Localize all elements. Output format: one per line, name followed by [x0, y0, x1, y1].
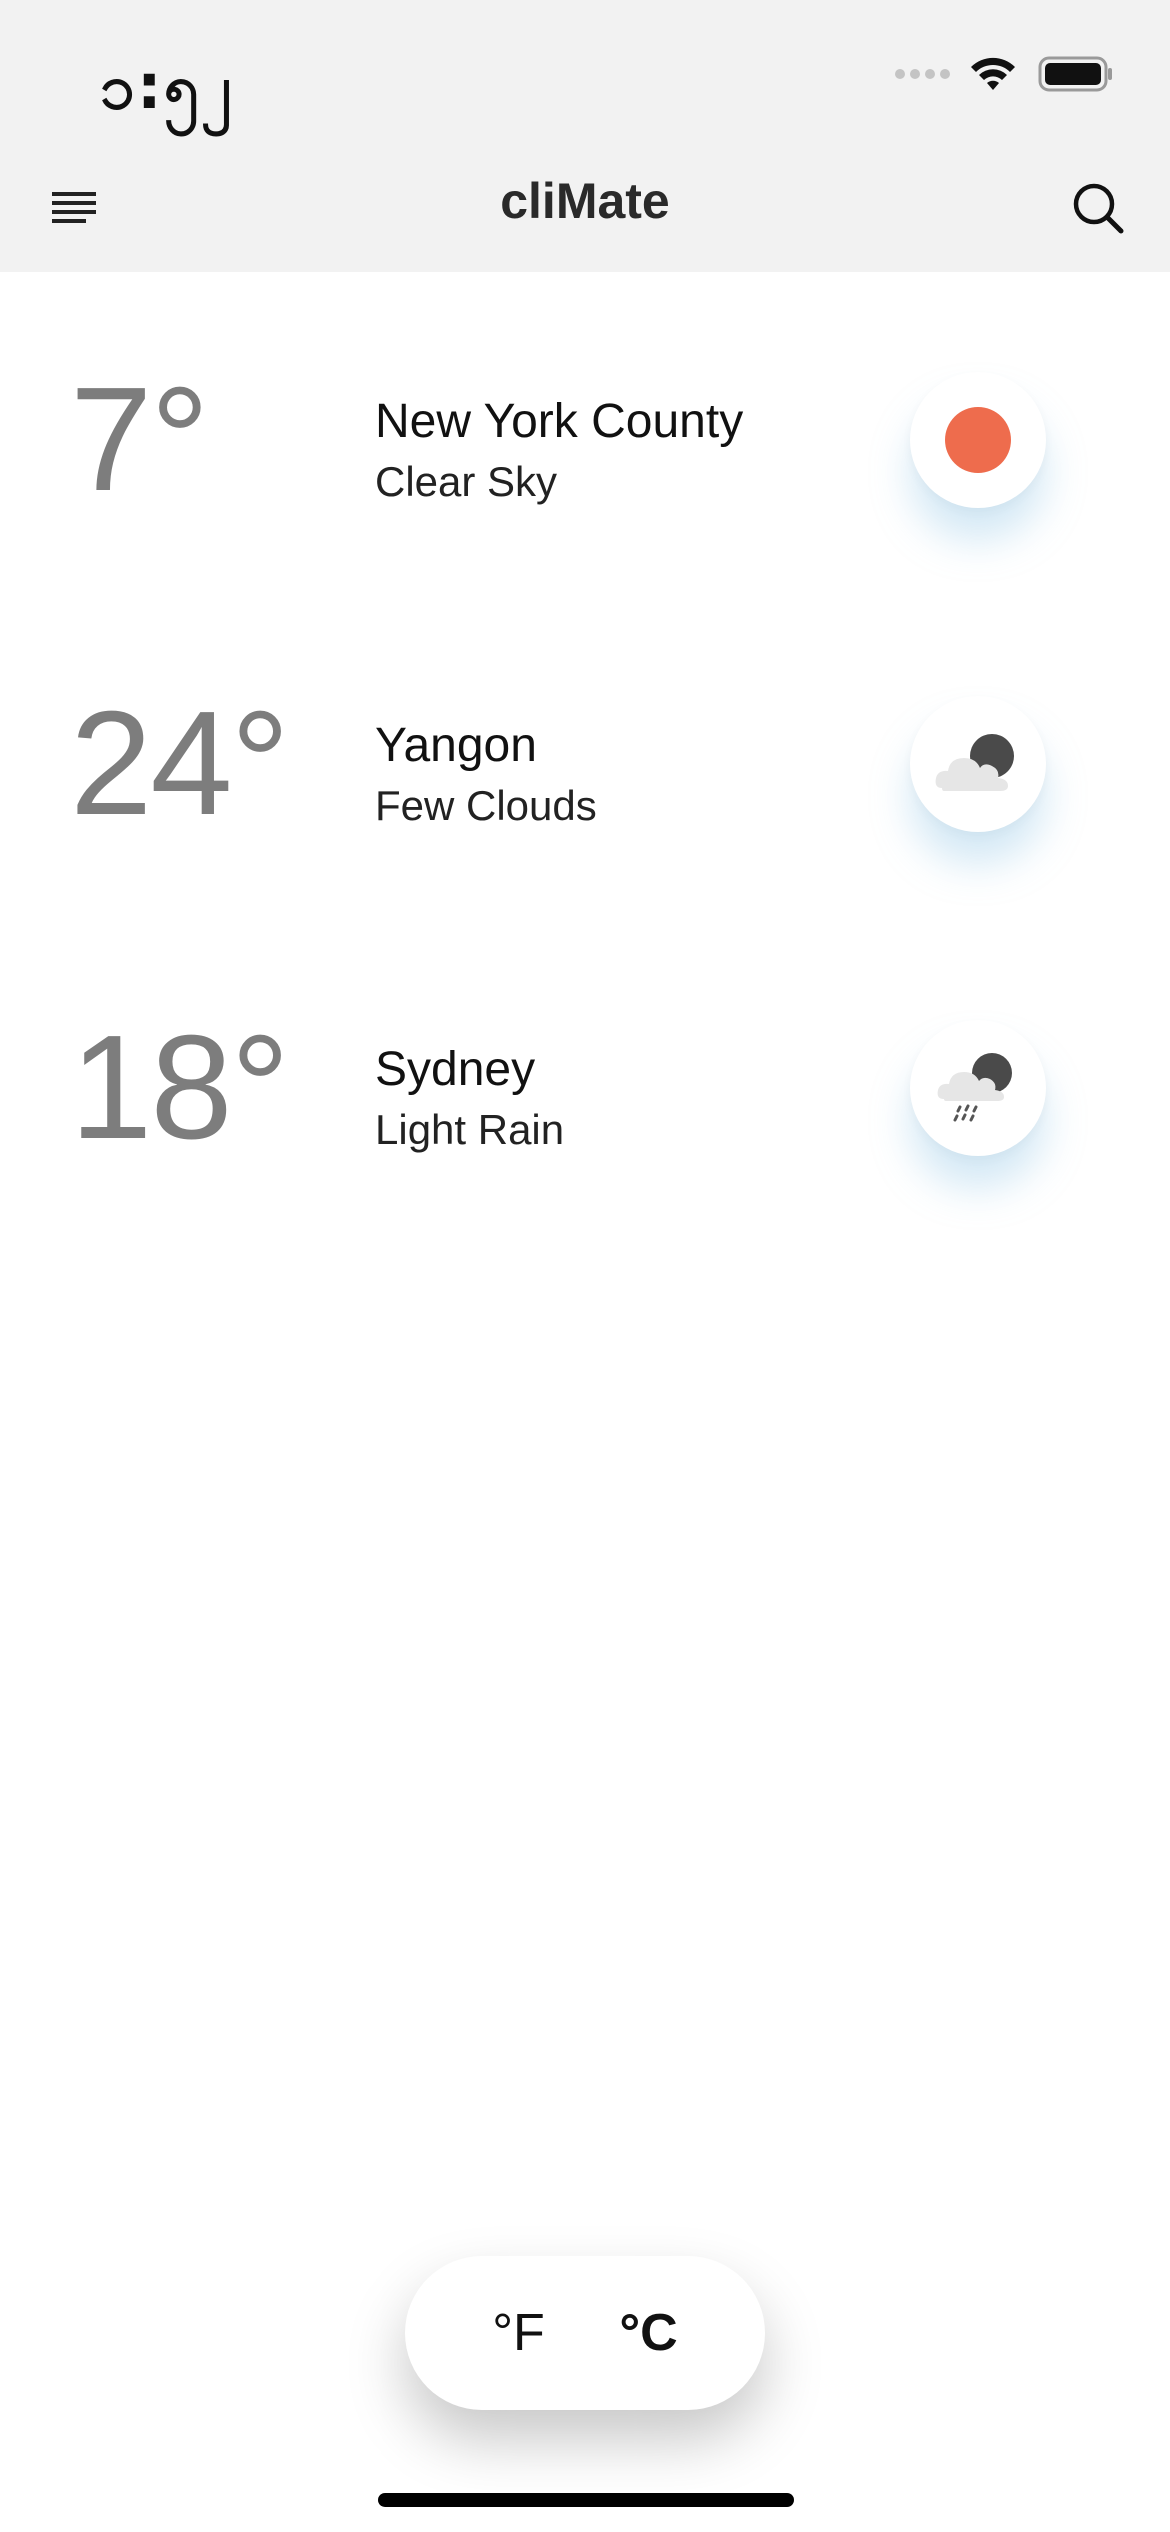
temperature: 24°: [70, 681, 290, 846]
city-row[interactable]: 24° Yangon Few Clouds: [0, 690, 1170, 890]
weather-condition: Clear Sky: [375, 458, 558, 505]
light-rain-icon: [937, 1053, 1012, 1122]
temperature: 18°: [70, 1005, 290, 1170]
city-name: Yangon: [375, 719, 537, 772]
celsius-button[interactable]: °C: [619, 2303, 677, 2363]
status-time: ၁:၅၂: [100, 50, 233, 123]
temperature: 7°: [70, 357, 209, 522]
city-name: Sydney: [375, 1043, 536, 1096]
battery-icon: [1038, 56, 1112, 92]
weather-icon-button[interactable]: [910, 372, 1046, 508]
clear-sky-icon: [945, 407, 1011, 473]
weather-icon-button[interactable]: [910, 1020, 1046, 1156]
cellular-signal-icon: [895, 69, 950, 79]
city-row[interactable]: 18° Sydney Light Rain: [0, 1014, 1170, 1214]
wifi-icon: [971, 57, 1015, 90]
home-indicator[interactable]: [378, 2493, 794, 2507]
weather-condition: Few Clouds: [375, 782, 597, 829]
search-icon[interactable]: [1070, 180, 1126, 236]
unit-toggle: °F °C: [405, 2256, 765, 2410]
fahrenheit-button[interactable]: °F: [492, 2303, 545, 2363]
top-bar: ၁:၅၂ cliMate: [0, 0, 1170, 272]
city-row[interactable]: 7° New York County Clear Sky: [0, 366, 1170, 566]
weather-icon-button[interactable]: [910, 696, 1046, 832]
weather-condition: Light Rain: [375, 1106, 565, 1153]
weather-screen: ၁:၅၂ cliMate 7° New York County Clear Sk…: [0, 0, 1170, 2532]
city-name: New York County: [375, 395, 744, 448]
status-icons: [895, 52, 1114, 96]
few-clouds-icon: [935, 734, 1014, 791]
app-title: cliMate: [500, 173, 670, 229]
